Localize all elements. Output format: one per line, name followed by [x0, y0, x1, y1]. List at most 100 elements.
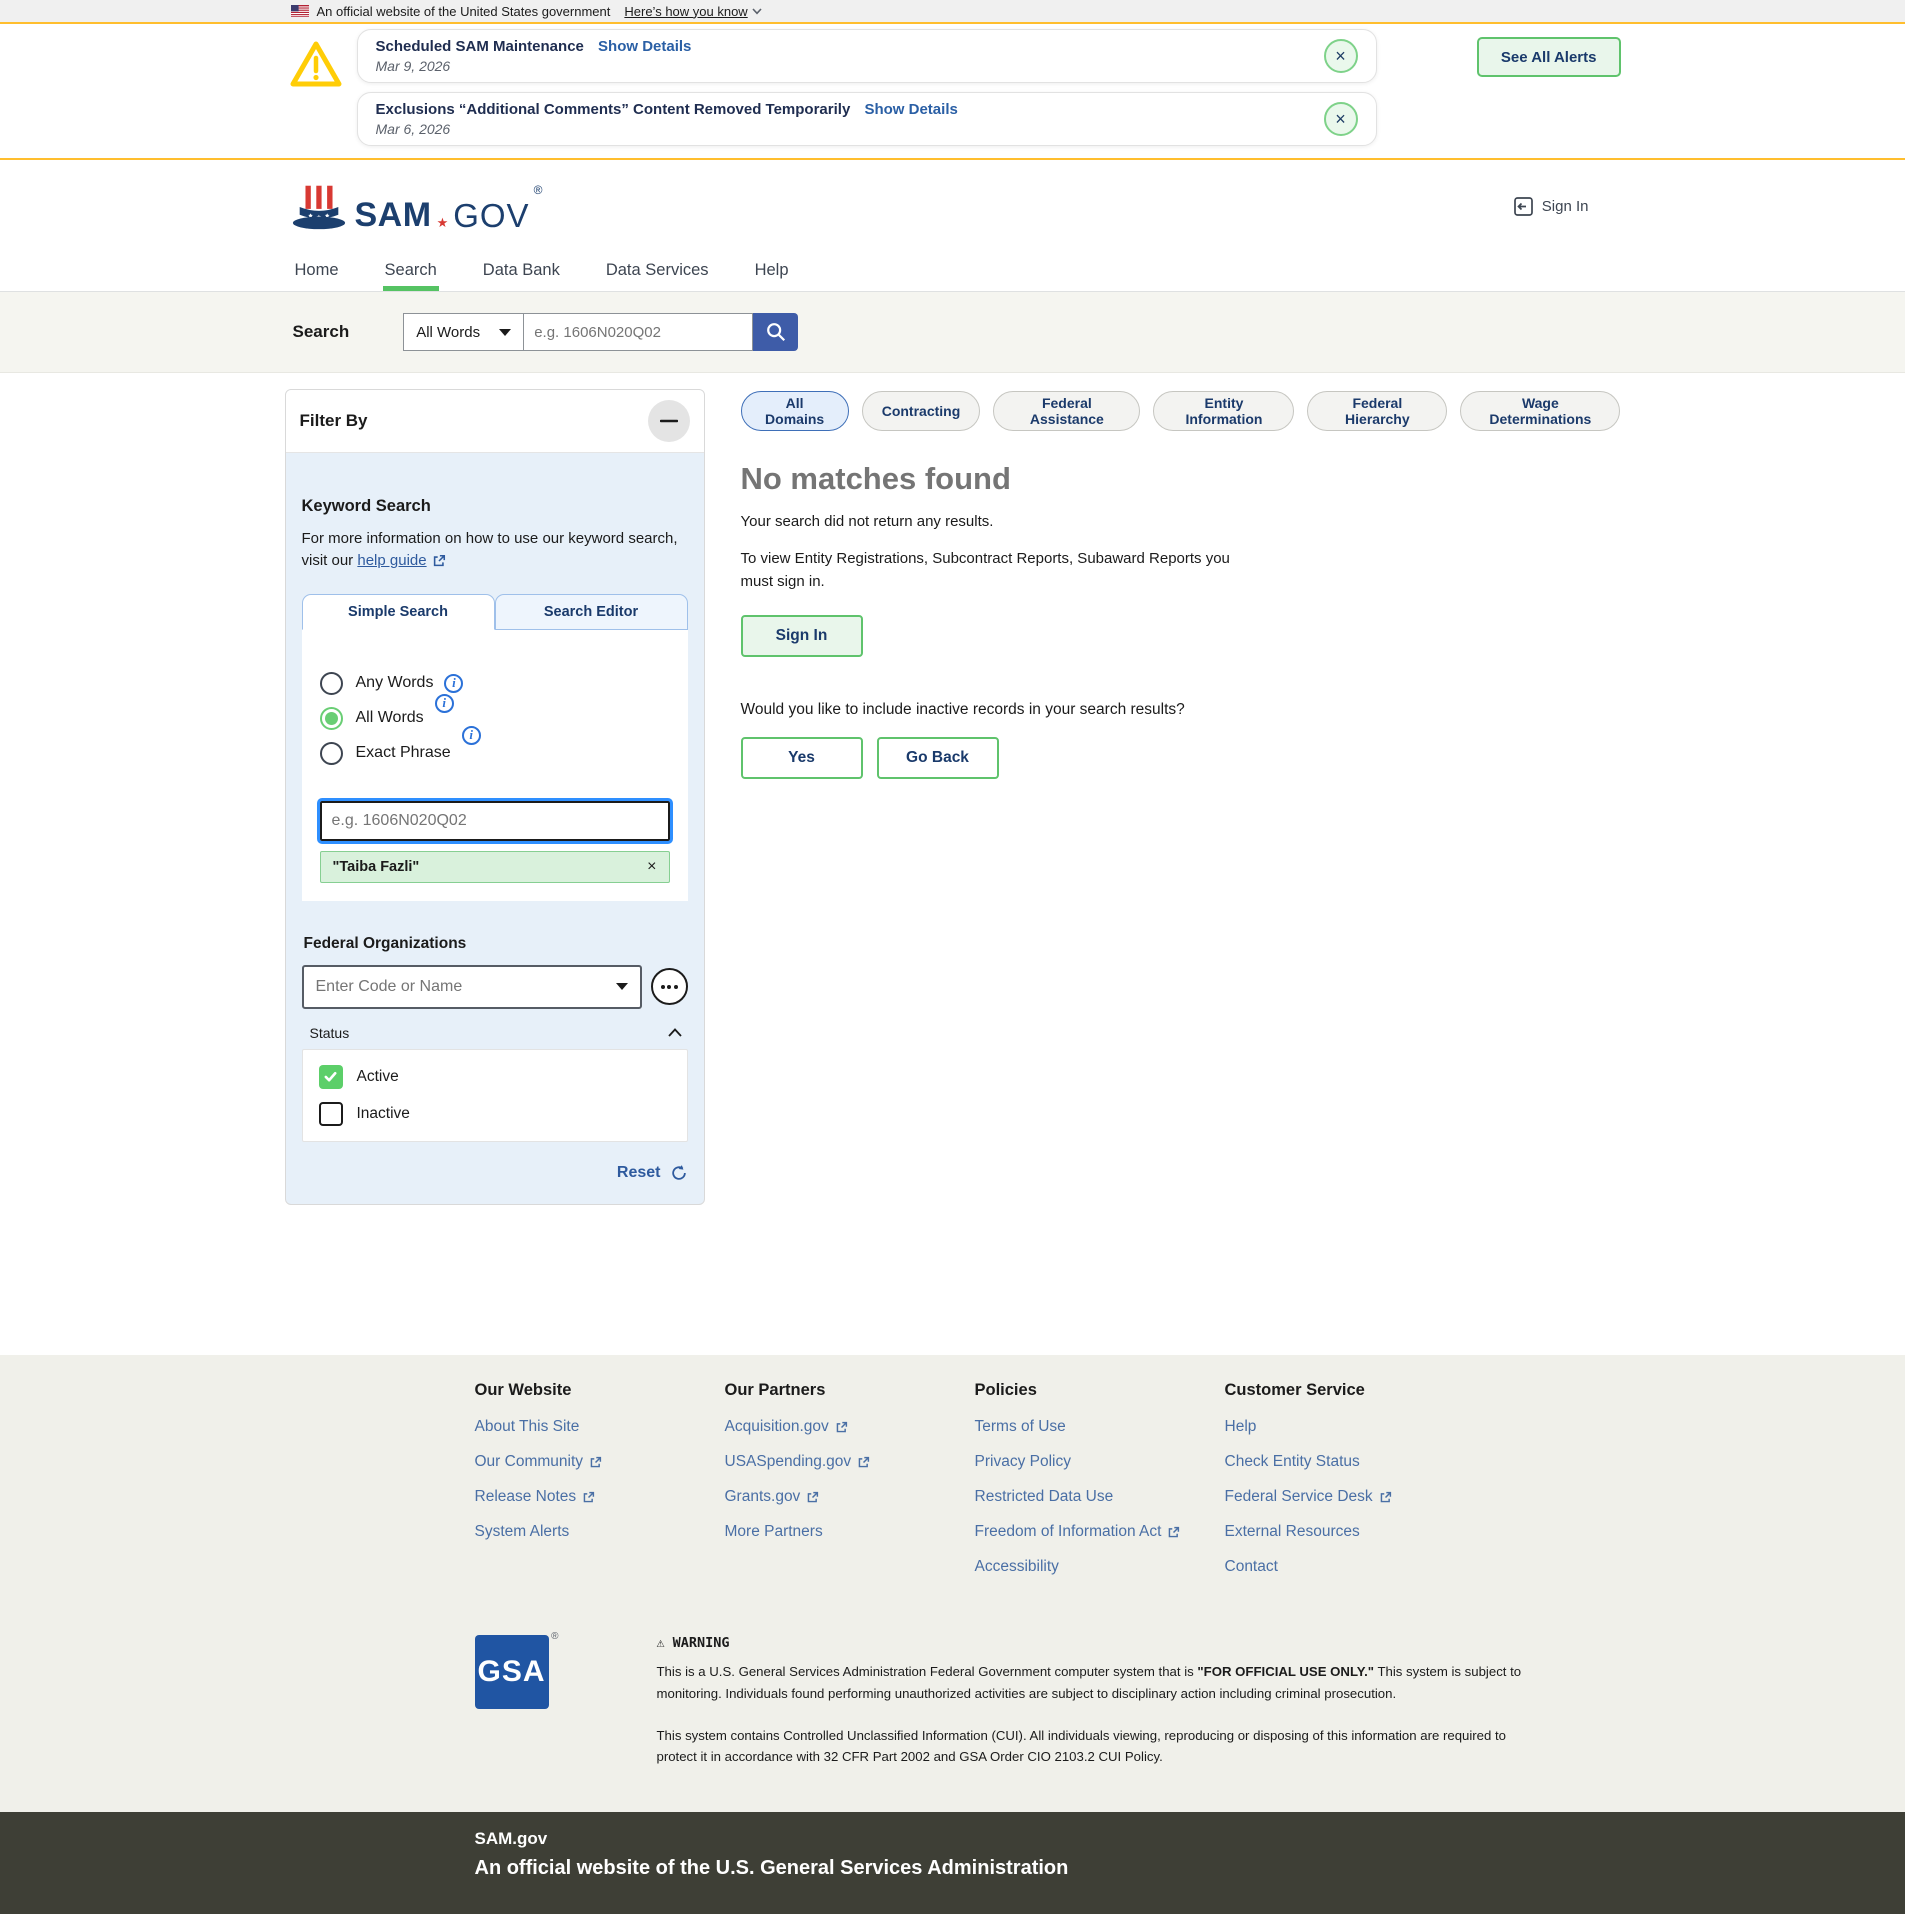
footer-link[interactable]: External Resources: [1225, 1523, 1475, 1541]
radio-circle-selected[interactable]: [320, 707, 343, 730]
radio-circle[interactable]: [320, 742, 343, 765]
nav-item-help[interactable]: Help: [753, 252, 791, 291]
footer-link[interactable]: Help: [1225, 1418, 1475, 1436]
keyword-chip: "Taiba Fazli" ×: [320, 851, 670, 883]
chevron-up-icon[interactable]: [668, 1028, 682, 1037]
logo-text-sam: SAM: [355, 200, 432, 231]
footer-link[interactable]: Contact: [1225, 1558, 1475, 1576]
radio-exact-phrase[interactable]: Exact Phrase i: [320, 742, 670, 765]
dark-footer-site: SAM.gov: [475, 1829, 1621, 1849]
top-search-input[interactable]: [523, 313, 753, 351]
search-icon: [765, 321, 787, 343]
footer-col-customer-service: Customer Service Help Check Entity Statu…: [1225, 1381, 1475, 1593]
help-guide-link[interactable]: help guide: [357, 550, 445, 572]
close-icon[interactable]: ×: [1324, 39, 1358, 73]
checkbox-checked-icon[interactable]: [319, 1065, 343, 1089]
caret-down-icon: [499, 329, 511, 336]
collapse-filters-button[interactable]: [648, 400, 690, 442]
footer-col-our-partners: Our Partners Acquisition.gov USASpending…: [725, 1381, 975, 1593]
nav-item-data-bank[interactable]: Data Bank: [481, 252, 562, 291]
footer-link[interactable]: Acquisition.gov: [725, 1418, 975, 1436]
include-inactive-question: Would you like to include inactive recor…: [741, 701, 1621, 719]
footer-link[interactable]: Grants.gov: [725, 1488, 975, 1506]
alert-date: Mar 6, 2026: [376, 121, 958, 137]
external-link-icon: [835, 1421, 848, 1434]
footer-link[interactable]: More Partners: [725, 1523, 975, 1541]
external-link-icon: [806, 1491, 819, 1504]
footer-link[interactable]: Privacy Policy: [975, 1453, 1225, 1471]
chip-close-icon[interactable]: ×: [647, 858, 656, 876]
checkbox-active[interactable]: Active: [319, 1065, 671, 1089]
search-row-label: Search: [293, 322, 350, 342]
alert-card: Scheduled SAM Maintenance Show Details M…: [357, 29, 1377, 83]
radio-all-words[interactable]: All Words i: [320, 707, 670, 730]
search-scope-select[interactable]: All Words: [403, 313, 523, 351]
gsa-logo: GSA ®: [475, 1635, 549, 1768]
federal-organizations-title: Federal Organizations: [304, 935, 686, 953]
pill-federal-hierarchy[interactable]: Federal Hierarchy: [1307, 391, 1447, 431]
go-back-button[interactable]: Go Back: [877, 737, 999, 779]
domain-pills: All Domains Contracting Federal Assistan…: [741, 391, 1621, 431]
nav-item-home[interactable]: Home: [293, 252, 341, 291]
external-link-icon: [589, 1456, 602, 1469]
header-sign-in-link[interactable]: Sign In: [1513, 196, 1589, 217]
simple-search-panel: Any Words i All Words i Exact Phrase i: [302, 629, 688, 901]
gov-banner: An official website of the United States…: [0, 0, 1905, 24]
info-icon[interactable]: i: [444, 674, 463, 693]
tab-simple-search[interactable]: Simple Search: [302, 594, 495, 630]
warning-title: WARNING: [673, 1635, 730, 1651]
federal-organizations-select[interactable]: [302, 965, 642, 1009]
reset-filters-link[interactable]: Reset: [617, 1164, 661, 1182]
close-icon[interactable]: ×: [1324, 102, 1358, 136]
reset-icon[interactable]: [670, 1164, 688, 1182]
alert-content: Scheduled SAM Maintenance Show Details M…: [376, 38, 692, 74]
show-details-link[interactable]: Show Details: [864, 101, 957, 118]
footer-link[interactable]: System Alerts: [475, 1523, 725, 1541]
footer-link[interactable]: Release Notes: [475, 1488, 725, 1506]
site-header: SAM ★ GOV ® Sign In: [0, 160, 1905, 252]
radio-any-words[interactable]: Any Words i: [320, 672, 670, 695]
sign-in-button[interactable]: Sign In: [741, 615, 863, 657]
chevron-down-icon: [752, 8, 762, 15]
checkbox-unchecked-icon[interactable]: [319, 1102, 343, 1126]
banner-how-you-know-link[interactable]: Here’s how you know: [624, 4, 761, 19]
show-details-link[interactable]: Show Details: [598, 38, 691, 55]
pill-wage-determinations[interactable]: Wage Determinations: [1460, 391, 1620, 431]
search-button[interactable]: [753, 313, 798, 351]
keyword-input[interactable]: [320, 801, 670, 841]
pill-entity-information[interactable]: Entity Information: [1153, 391, 1294, 431]
pill-all-domains[interactable]: All Domains: [741, 391, 849, 431]
footer-link[interactable]: Freedom of Information Act: [975, 1523, 1225, 1541]
pill-contracting[interactable]: Contracting: [862, 391, 981, 431]
alert-content: Exclusions “Additional Comments” Content…: [376, 101, 958, 137]
pill-federal-assistance[interactable]: Federal Assistance: [993, 391, 1140, 431]
warning-icon: ⚠: [657, 1635, 665, 1651]
samgov-logo[interactable]: SAM ★ GOV ®: [291, 181, 543, 231]
registered-mark: ®: [534, 183, 543, 197]
federal-organizations-input[interactable]: [316, 978, 616, 996]
radio-circle[interactable]: [320, 672, 343, 695]
footer-link[interactable]: Accessibility: [975, 1558, 1225, 1576]
info-icon[interactable]: i: [435, 694, 454, 713]
footer-link[interactable]: Terms of Use: [975, 1418, 1225, 1436]
warning-paragraph-2: This system contains Controlled Unclassi…: [657, 1725, 1527, 1769]
filter-panel-title: Filter By: [300, 411, 368, 431]
warning-paragraph-1: This is a U.S. General Services Administ…: [657, 1661, 1527, 1705]
footer-link[interactable]: Federal Service Desk: [1225, 1488, 1475, 1506]
checkbox-inactive[interactable]: Inactive: [319, 1102, 671, 1126]
info-icon[interactable]: i: [462, 726, 481, 745]
footer-link[interactable]: About This Site: [475, 1418, 725, 1436]
footer-link[interactable]: USASpending.gov: [725, 1453, 975, 1471]
footer-link[interactable]: Restricted Data Use: [975, 1488, 1225, 1506]
nav-item-search[interactable]: Search: [383, 252, 439, 291]
footer-link[interactable]: Our Community: [475, 1453, 725, 1471]
nav-item-data-services[interactable]: Data Services: [604, 252, 711, 291]
warning-triangle-icon: [289, 39, 345, 94]
see-all-alerts-button[interactable]: See All Alerts: [1477, 37, 1621, 77]
tab-search-editor[interactable]: Search Editor: [495, 594, 688, 630]
search-results: All Domains Contracting Federal Assistan…: [741, 389, 1621, 779]
footer-link[interactable]: Check Entity Status: [1225, 1453, 1475, 1471]
yes-button[interactable]: Yes: [741, 737, 863, 779]
main-area: Filter By Keyword Search For more inform…: [0, 373, 1905, 1355]
more-options-button[interactable]: [651, 968, 688, 1005]
